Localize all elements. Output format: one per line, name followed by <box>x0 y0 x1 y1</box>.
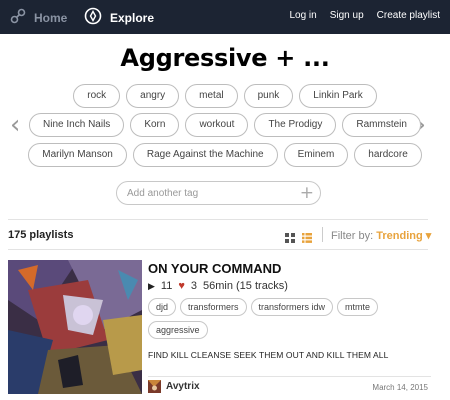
playlist-cover-image[interactable] <box>8 260 142 394</box>
playlist-count: 175 playlists <box>8 229 74 241</box>
plus-icon[interactable]: + <box>300 183 314 203</box>
add-tag-input[interactable] <box>127 185 297 201</box>
tag-chip[interactable]: metal <box>185 84 238 108</box>
tag-row-3: Marilyn Manson Rage Against the Machine … <box>28 143 422 167</box>
tag-chip[interactable]: punk <box>243 84 294 108</box>
chevron-left-icon[interactable]: ‹ <box>10 110 20 140</box>
tag-chip[interactable]: Nine Inch Nails <box>29 113 125 137</box>
tag-chip[interactable]: Korn <box>130 113 180 137</box>
page-title: Aggressive + ... <box>120 44 330 72</box>
login-link[interactable]: Log in <box>289 10 316 21</box>
tag-chip[interactable]: angry <box>126 84 180 108</box>
filter-label: Filter by: <box>331 230 374 242</box>
playlist-title[interactable]: ON YOUR COMMAND <box>148 261 281 276</box>
playlist-date: March 14, 2015 <box>372 383 428 392</box>
playlist-author[interactable]: Avytrix <box>148 380 200 393</box>
playlist-description: FIND KILL CLEANSE SEEK THEM OUT AND KILL… <box>148 350 389 360</box>
signup-link[interactable]: Sign up <box>330 10 364 21</box>
tag-chip[interactable]: Rage Against the Machine <box>132 143 278 167</box>
divider <box>8 249 428 250</box>
grid-view-icon[interactable] <box>285 230 295 243</box>
author-name: Avytrix <box>166 381 200 392</box>
nav-explore-link[interactable]: Explore <box>84 7 154 28</box>
playlist-tag[interactable]: mtmte <box>337 298 379 316</box>
tag-chip[interactable]: Eminem <box>283 143 349 167</box>
playlist-tag[interactable]: aggressive <box>148 321 208 339</box>
tag-chip[interactable]: Marilyn Manson <box>28 143 127 167</box>
nav-explore-label: Explore <box>110 10 155 25</box>
play-icon: ▶ <box>148 280 155 291</box>
tag-row-2: Nine Inch Nails Korn workout The Prodigy… <box>29 113 421 137</box>
playlist-stats: ▶ 11 ♥ 3 56min (15 tracks) <box>148 280 288 292</box>
compass-icon <box>84 7 102 28</box>
playlist-tags-row-2: aggressive <box>148 321 443 339</box>
playlist-tags-row-1: djd transformers transformers idw mtmte <box>148 298 443 316</box>
tag-chip[interactable]: Linkin Park <box>299 84 377 108</box>
playlist-tag[interactable]: transformers <box>180 298 247 316</box>
home-icon <box>10 8 26 27</box>
filter-control: Filter by: Trending ▾ <box>331 229 431 242</box>
nav-account-links: Log in Sign up Create playlist <box>289 10 440 21</box>
add-tag-field: + <box>116 181 321 205</box>
tag-chip[interactable]: Rammstein <box>342 113 421 137</box>
tag-row-1: rock angry metal punk Linkin Park <box>30 84 420 108</box>
divider <box>8 219 428 220</box>
tag-chip[interactable]: hardcore <box>354 143 422 167</box>
tag-chip[interactable]: workout <box>185 113 249 137</box>
play-count: 11 <box>160 280 173 292</box>
create-playlist-link[interactable]: Create playlist <box>377 10 440 21</box>
playlist-tag[interactable]: transformers idw <box>250 298 334 316</box>
tag-chip[interactable]: rock <box>73 84 121 108</box>
nav-home-link[interactable]: Home <box>10 8 67 27</box>
tag-chip[interactable]: The Prodigy <box>254 113 337 137</box>
like-count: 3 <box>190 280 197 292</box>
playlist-tag[interactable]: djd <box>148 298 177 316</box>
heart-icon[interactable]: ♥ <box>178 280 185 292</box>
toolbar-separator <box>322 227 323 242</box>
playlist-duration: 56min (15 tracks) <box>203 280 288 292</box>
top-navbar: Home Explore Log in Sign up Create playl… <box>0 0 450 34</box>
divider <box>148 376 431 377</box>
list-view-icon[interactable] <box>302 230 312 243</box>
nav-home-label: Home <box>34 10 68 25</box>
filter-dropdown[interactable]: Trending ▾ <box>376 230 431 242</box>
avatar <box>148 380 161 393</box>
